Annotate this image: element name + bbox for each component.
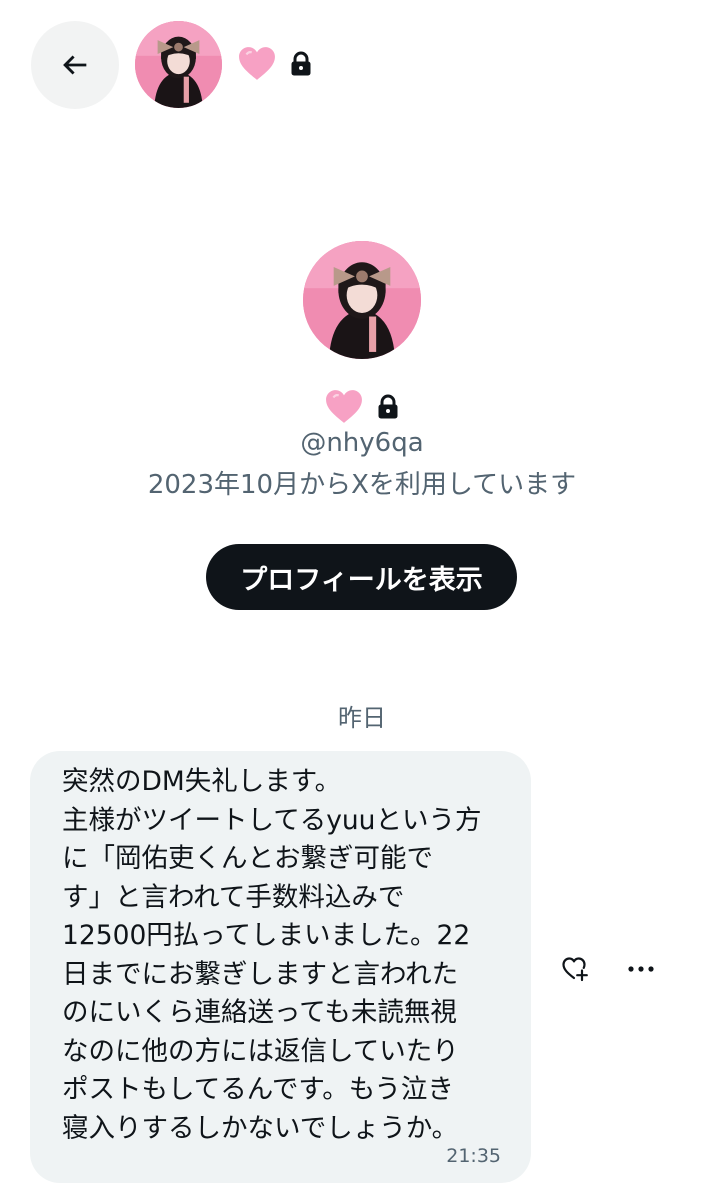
more-dots-icon — [628, 966, 654, 972]
lock-icon — [378, 394, 398, 419]
header-avatar[interactable] — [135, 21, 222, 108]
profile-avatar[interactable] — [303, 241, 421, 359]
pink-heart-icon — [239, 47, 275, 80]
profile-display-name — [0, 386, 724, 428]
message-line: す」と言われて手数料込みで — [62, 881, 405, 913]
add-reaction-button[interactable] — [561, 955, 589, 983]
joined-date: 2023年10月からXを利用しています — [147, 470, 577, 500]
message-bubble[interactable]: 突然のDM失礼します。 主様がツイートしてるyuuという方 に「岡佑吏くんとお繋… — [30, 751, 531, 1183]
arrow-left-icon — [63, 55, 87, 75]
message-line: ポストもしてるんです。もう泣き — [62, 1074, 454, 1105]
message-line: のにいくら連絡送っても未読無視 — [62, 997, 457, 1028]
message-line: 日までにお繋ぎしますと言われた — [62, 958, 459, 990]
message-line: 12500円払ってしまいました。22 — [62, 920, 471, 951]
back-button[interactable] — [31, 21, 119, 109]
heart-plus-icon — [562, 957, 588, 982]
message-timestamp: 21:35 — [446, 1145, 501, 1167]
avatar-image — [135, 21, 222, 108]
profile-handle: @nhy6qa — [300, 428, 424, 458]
view-profile-button[interactable]: プロフィールを表示 — [206, 544, 517, 610]
date-separator: 昨日 — [338, 704, 386, 732]
lock-icon — [291, 51, 311, 76]
more-options-button[interactable] — [625, 955, 657, 983]
message-line: 寝入りするしかないでしょうか。 — [62, 1112, 459, 1144]
message-line: なのに他の方には返信していたり — [62, 1035, 459, 1067]
header-display-name — [238, 44, 312, 84]
pink-heart-icon — [326, 390, 362, 423]
avatar-image — [303, 241, 421, 359]
message-line: に「岡佑吏くんとお繋ぎ可能で — [62, 843, 433, 874]
message-line: 主様がツイートしてるyuuという方 — [62, 804, 482, 836]
message-line: 突然のDM失礼します。 — [62, 766, 342, 797]
